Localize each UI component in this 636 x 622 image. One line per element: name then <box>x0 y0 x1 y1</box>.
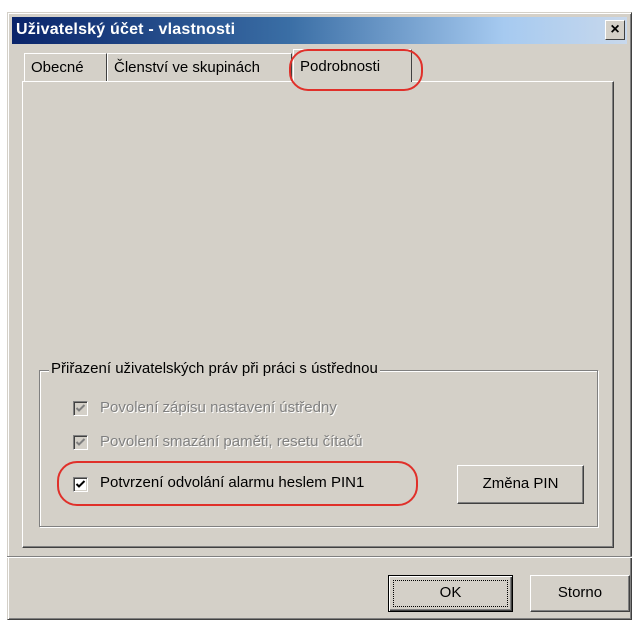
checkmark-icon <box>75 438 86 446</box>
tab-general[interactable]: Obecné <box>24 53 107 81</box>
footer-separator <box>7 556 632 558</box>
tab-details[interactable]: Podrobnosti <box>293 49 412 82</box>
title-bar[interactable]: Uživatelský účet - vlastnosti × <box>12 17 627 44</box>
clear-memory-label: Povolení smazání paměti, resetu čítačů <box>100 433 363 450</box>
checkmark-icon <box>75 404 86 412</box>
close-icon: × <box>610 21 620 38</box>
cancel-button-label: Storno <box>557 584 603 601</box>
active-tab-joiner <box>294 80 411 83</box>
write-settings-checkbox[interactable] <box>73 401 88 416</box>
tab-details-label: Podrobnosti <box>300 58 381 75</box>
tab-group-membership[interactable]: Členství ve skupinách <box>107 53 292 81</box>
change-pin-button[interactable]: Změna PIN <box>457 465 584 504</box>
clear-memory-checkbox[interactable] <box>73 435 88 450</box>
window-title: Uživatelský účet - vlastnosti <box>16 21 236 38</box>
cancel-button[interactable]: Storno <box>530 575 630 612</box>
ok-button[interactable]: OK <box>388 575 513 612</box>
tab-general-label: Obecné <box>31 59 84 76</box>
change-pin-button-label: Změna PIN <box>482 475 559 492</box>
alarm-pin-confirm-checkbox[interactable] <box>73 477 88 492</box>
focus-rectangle <box>393 580 508 607</box>
close-button[interactable]: × <box>605 20 625 40</box>
alarm-pin-confirm-label: Potvrzení odvolání alarmu heslem PIN1 <box>100 474 365 491</box>
checkmark-icon <box>75 480 86 488</box>
rights-group-legend: Přiřazení uživatelských práv při práci s… <box>49 360 380 377</box>
write-settings-label: Povolení zápisu nastavení ústředny <box>100 399 337 416</box>
tab-group-membership-label: Členství ve skupinách <box>114 59 260 76</box>
